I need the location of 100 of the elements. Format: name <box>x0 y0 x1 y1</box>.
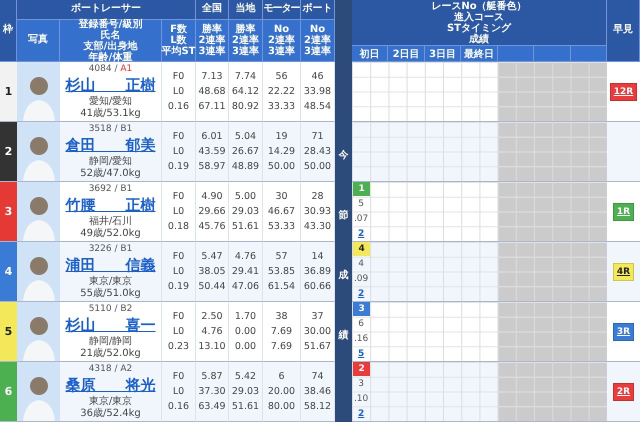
stat-header: 勝率 2連率 3連率 <box>196 20 229 62</box>
stat-value: 46.67 <box>268 205 296 219</box>
photo-header: 写真 <box>17 20 60 62</box>
stat-value: 6 <box>278 370 285 384</box>
stat-value: 60.66 <box>304 280 332 294</box>
entry-course: 3 <box>357 378 365 392</box>
quick-race-link[interactable]: 4R <box>612 262 634 280</box>
finish-link[interactable]: 2 <box>358 288 364 299</box>
stat-value: 4.76 <box>234 250 256 264</box>
racer-name-link[interactable]: 浦田 信義 <box>66 256 156 274</box>
quick-race-link[interactable]: 3R <box>612 322 634 340</box>
entry-course: 4 <box>357 258 365 272</box>
entry-course: 5 <box>357 198 365 212</box>
quick-race-link[interactable]: 1R <box>612 202 634 220</box>
stat-value: 0.00 <box>234 340 256 354</box>
stat-value: 28.43 <box>304 145 332 159</box>
stat-value: 48.68 <box>198 85 226 99</box>
frame-number: 1 <box>0 62 17 122</box>
branch-origin: 東京/東京 <box>88 396 132 408</box>
racer-name-link[interactable]: 杉山 喜一 <box>66 316 156 334</box>
finish-link[interactable]: 2 <box>358 228 364 239</box>
stat-value: 64.12 <box>232 85 260 99</box>
blank-day-header <box>498 46 534 62</box>
stat-value: 26.67 <box>232 145 260 159</box>
frame-header: 枠 <box>0 0 17 62</box>
racer-header: ボートレーサー <box>17 0 196 20</box>
stat-value: 29.66 <box>198 205 226 219</box>
stat-value: 48.89 <box>232 160 260 174</box>
racer-name-link[interactable]: 杉山 正樹 <box>66 76 156 94</box>
branch-origin: 静岡/愛知 <box>88 156 132 168</box>
stat-value: 20.00 <box>268 385 296 399</box>
fl-value: 0.18 <box>168 220 190 234</box>
day-header: 2日目 <box>388 46 425 62</box>
stat-value: 5.04 <box>234 130 256 144</box>
quick-race-link[interactable]: 12R <box>610 82 638 100</box>
fl-value: L0 <box>172 205 184 219</box>
stat-value: 63.49 <box>198 400 226 414</box>
stat-value: 43.59 <box>198 145 226 159</box>
stat-value: 61.54 <box>268 280 296 294</box>
stat-value: 33.98 <box>304 85 332 99</box>
frame-number: 3 <box>0 182 17 242</box>
side-label: 今節成績 <box>338 148 348 343</box>
age-weight: 49歳/52.0kg <box>80 228 141 240</box>
st-timing: .09 <box>352 272 370 286</box>
stat-value: 53.85 <box>268 265 296 279</box>
stat-value: 19 <box>275 130 288 144</box>
fl-value: 0.23 <box>168 340 190 354</box>
stat-value: 56 <box>275 70 288 84</box>
fl-value: L0 <box>172 265 184 279</box>
day-header: 初日 <box>352 46 388 62</box>
stat-value: 37.30 <box>198 385 226 399</box>
finish-link[interactable]: 5 <box>358 348 364 359</box>
registration-class: 3692 / B1 <box>88 184 132 194</box>
stat-value: 6.01 <box>201 130 223 144</box>
race-number-badge: 4 <box>353 242 370 256</box>
stat-value: 51.61 <box>232 400 260 414</box>
stat-value: 28 <box>311 190 324 204</box>
fl-value: F0 <box>172 250 184 264</box>
stat-value: 38.05 <box>198 265 226 279</box>
racer-name-link[interactable]: 桑原 将光 <box>66 376 156 394</box>
day-header: 最終日 <box>461 46 498 62</box>
age-weight: 36歳/52.4kg <box>80 408 141 420</box>
quick-race-link[interactable]: 2R <box>612 382 634 400</box>
fl-value: 0.19 <box>168 280 190 294</box>
fl-value: 0.19 <box>168 160 190 174</box>
stat-value: 7.13 <box>201 70 223 84</box>
fl-value: F0 <box>172 70 184 84</box>
day-header: 3日目 <box>424 46 462 62</box>
stat-value: 48.54 <box>304 100 332 114</box>
stat-value: 4.76 <box>201 325 223 339</box>
column-group-header: 全国 <box>196 0 229 20</box>
stat-value: 29.03 <box>232 385 260 399</box>
age-weight: 41歳/53.1kg <box>80 108 141 120</box>
stat-value: 46 <box>311 70 324 84</box>
branch-origin: 愛知/愛知 <box>88 96 132 108</box>
finish-link[interactable]: 2 <box>358 408 364 419</box>
stat-value: 51.67 <box>304 340 332 354</box>
fl-value: F0 <box>172 130 184 144</box>
stat-value: 38.46 <box>304 385 332 399</box>
racer-name-link[interactable]: 竹腰 正樹 <box>66 196 156 214</box>
stat-value: 14.29 <box>268 145 296 159</box>
st-timing: .10 <box>352 392 370 406</box>
race-number-badge: 3 <box>353 302 370 316</box>
stat-value: 13.10 <box>198 340 226 354</box>
stat-value: 30.93 <box>304 205 332 219</box>
branch-origin: 東京/東京 <box>88 276 132 288</box>
racer-name-link[interactable]: 倉田 郁美 <box>66 136 156 154</box>
age-weight: 55歳/51.0kg <box>80 288 141 300</box>
stat-value: 33.33 <box>268 100 296 114</box>
column-group-header: ボート <box>301 0 335 20</box>
age-weight: 52歳/47.0kg <box>80 168 141 180</box>
st-timing: .07 <box>352 212 370 226</box>
stat-value: 4.90 <box>201 190 223 204</box>
stat-value: 22.22 <box>268 85 296 99</box>
branch-origin: 静岡/静岡 <box>88 336 132 348</box>
stat-value: 50.44 <box>198 280 226 294</box>
branch-origin: 福井/石川 <box>88 216 132 228</box>
frame-number: 5 <box>0 302 17 362</box>
column-group-header: モーター <box>263 0 301 20</box>
info-header: 登録番号/級別 氏名 支部/出身地 年齢/体重 <box>60 20 162 62</box>
